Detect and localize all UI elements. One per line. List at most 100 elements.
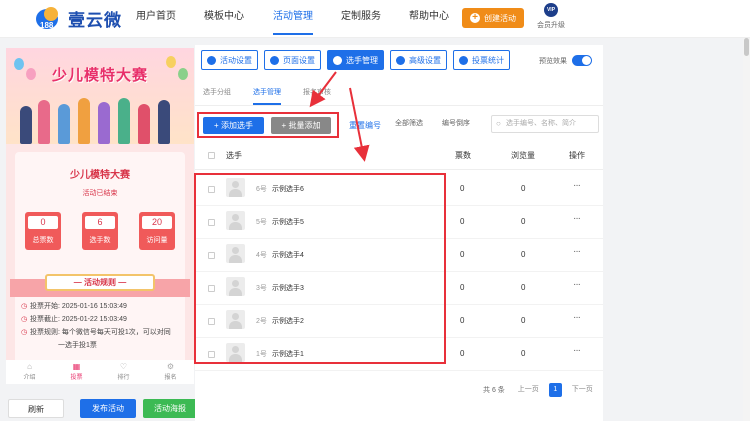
activity-settings-button[interactable]: 活动设置: [201, 50, 258, 70]
preview-tab-rank[interactable]: ♡ 排行: [100, 360, 147, 384]
nav-item-activity[interactable]: 活动管理: [273, 0, 313, 38]
preview-switch[interactable]: [572, 55, 592, 66]
header-divider: [195, 169, 603, 170]
prev-page-button[interactable]: 上一页: [513, 383, 544, 397]
preview-banner: 少儿模特大赛: [6, 48, 194, 144]
search-placeholder: 选手编号、名称、简介: [506, 120, 576, 127]
nav-links: 用户首页 模板中心 活动管理 定制服务 帮助中心: [136, 0, 449, 38]
page-scrollbar[interactable]: [743, 38, 750, 421]
subtabs: 选手分组 选手管理 报名审核: [203, 87, 353, 105]
search-icon: ○: [496, 119, 501, 128]
pagination: 共 6 条 上一页 1 下一页: [483, 383, 603, 397]
next-page-button[interactable]: 下一页: [567, 383, 598, 397]
heart-icon: ♡: [119, 362, 128, 371]
publish-button[interactable]: 发布活动: [80, 399, 136, 418]
more-icon[interactable]: ···: [573, 279, 581, 290]
page-settings-button[interactable]: 页面设置: [264, 50, 321, 70]
stat-total-votes: 0 总票数: [25, 212, 61, 250]
add-contestant-button[interactable]: + 添加选手: [203, 116, 264, 134]
contestant-manage-button[interactable]: 选手管理: [327, 50, 384, 70]
activity-preview: 少儿模特大赛 少儿模特大赛 活动已结束 0 总票数 6 选手数 20 访问量 —…: [6, 48, 194, 384]
create-activity-label: 创建活动: [484, 13, 516, 23]
contestant-views: 0: [521, 250, 526, 259]
tab-groups[interactable]: 选手分组: [203, 87, 231, 103]
kid-figure-icon: [158, 100, 170, 144]
preview-tab-intro[interactable]: ⌂ 介绍: [6, 360, 53, 384]
vip-label: 会员升级: [537, 22, 565, 29]
rules-title: — 活动规则 —: [45, 274, 155, 291]
card-title: 少儿模特大赛: [70, 170, 130, 181]
chart-icon: [459, 55, 468, 65]
logo-text: 壹云微: [68, 11, 122, 30]
preview-tabbar: ⌂ 介绍 ▦ 投票 ♡ 排行 ⚙ 报名: [6, 360, 194, 384]
nav-item-templates[interactable]: 模板中心: [204, 0, 244, 38]
scrollbar-thumb[interactable]: [744, 38, 749, 56]
create-activity-button[interactable]: + 创建活动: [462, 8, 524, 28]
kid-figure-icon: [58, 104, 70, 144]
contestant-votes: 0: [460, 250, 465, 259]
header-votes: 票数: [455, 151, 471, 160]
page-icon: [270, 55, 279, 65]
plus-icon: +: [470, 13, 480, 23]
nav-item-help[interactable]: 帮助中心: [409, 0, 449, 38]
refresh-button[interactable]: 刷新: [8, 399, 64, 418]
gear-icon: [207, 55, 216, 65]
preview-actions: 刷新 发布活动 活动海报: [8, 399, 204, 418]
settings-toolbar: 活动设置 页面设置 选手管理 高级设置 投票统计: [201, 50, 516, 70]
vip-icon: VIP: [544, 3, 558, 17]
kid-figure-icon: [138, 104, 150, 144]
more-icon[interactable]: ···: [573, 180, 581, 191]
more-icon[interactable]: ···: [573, 312, 581, 323]
home-icon: ⌂: [27, 362, 32, 371]
kid-figure-icon: [78, 98, 90, 144]
contestant-views: 0: [521, 316, 526, 325]
nav-item-custom[interactable]: 定制服务: [341, 0, 381, 38]
add-actions-highlight: + 添加选手 + 批量添加: [197, 112, 339, 138]
page-1-button[interactable]: 1: [548, 383, 562, 397]
order-select[interactable]: 编号倒序: [442, 118, 470, 128]
rules-list: 投票开始: 2025-01-16 15:03:49 投票截止: 2025-01-…: [21, 300, 181, 352]
contestant-votes: 0: [460, 217, 465, 226]
rule-end: 投票截止: 2025-01-22 15:03:49: [21, 313, 181, 326]
divider: [195, 105, 603, 106]
tab-signup-review[interactable]: 报名审核: [303, 87, 331, 103]
filter-all-select[interactable]: 全部筛选: [395, 118, 423, 128]
header-views: 浏览量: [511, 151, 535, 160]
top-nav: 188 壹云微 用户首页 模板中心 活动管理 定制服务 帮助中心 + 创建活动 …: [0, 0, 750, 38]
advanced-settings-button[interactable]: 高级设置: [390, 50, 447, 70]
banner-title: 少儿模特大赛: [51, 67, 148, 84]
kid-figure-icon: [38, 100, 50, 144]
reset-number-link[interactable]: 重置编号: [349, 120, 381, 131]
contestant-views: 0: [521, 349, 526, 358]
preview-card: 少儿模特大赛 活动已结束 0 总票数 6 选手数 20 访问量 — 活动规则 —…: [10, 152, 190, 384]
poster-button[interactable]: 活动海报: [143, 399, 197, 418]
header-ops: 操作: [569, 151, 585, 160]
nav-item-home[interactable]: 用户首页: [136, 0, 176, 38]
select-all-checkbox[interactable]: [208, 152, 215, 159]
batch-add-button[interactable]: + 批量添加: [271, 116, 331, 134]
rule-voting: 投票规则: 每个微信号每天可投1次，可以对同一选手投1票: [21, 326, 181, 352]
more-icon[interactable]: ···: [573, 213, 581, 224]
stat-contestants: 6 选手数: [82, 212, 118, 250]
preview-tab-signup[interactable]: ⚙ 报名: [147, 360, 194, 384]
contestant-views: 0: [521, 184, 526, 193]
vip-upgrade[interactable]: VIP 会员升级: [536, 3, 566, 30]
contestant-manager: 活动设置 页面设置 选手管理 高级设置 投票统计 预览效果 选手分组 选手管理 …: [194, 45, 603, 421]
more-icon[interactable]: ···: [573, 345, 581, 356]
contestant-votes: 0: [460, 316, 465, 325]
logo[interactable]: 188 壹云微: [36, 6, 122, 31]
contestant-views: 0: [521, 217, 526, 226]
contestant-views: 0: [521, 283, 526, 292]
more-icon[interactable]: ···: [573, 246, 581, 257]
signup-icon: ⚙: [166, 362, 175, 371]
tab-contestants[interactable]: 选手管理: [253, 87, 281, 105]
logo-icon: 188: [36, 6, 62, 31]
vote-stats-button[interactable]: 投票统计: [453, 50, 510, 70]
preview-tab-vote[interactable]: ▦ 投票: [53, 360, 100, 384]
contestant-votes: 0: [460, 349, 465, 358]
kid-figure-icon: [118, 98, 130, 144]
stat-visits: 20 访问量: [139, 212, 175, 250]
activity-status: 活动已结束: [82, 190, 118, 197]
header-contestant: 选手: [226, 151, 242, 160]
search-input[interactable]: ○ 选手编号、名称、简介: [491, 115, 599, 133]
